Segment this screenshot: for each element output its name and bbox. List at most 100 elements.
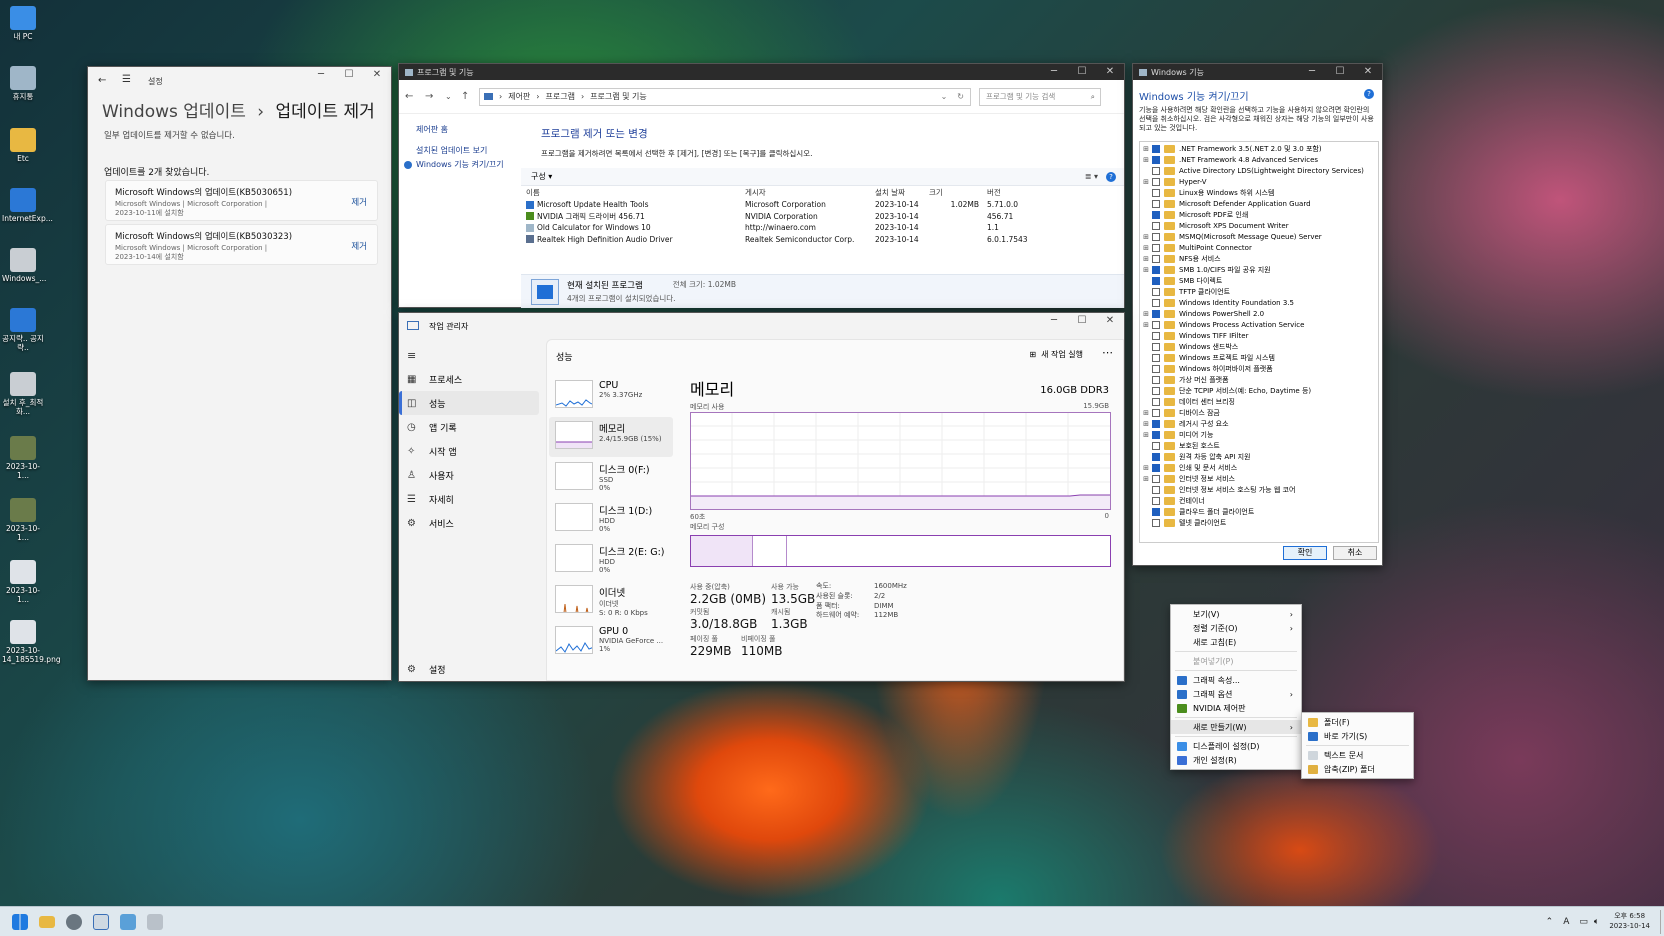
menu-item[interactable]: 바로 가기(S) [1302, 729, 1413, 743]
desktop-icon[interactable]: 2023-10-14_185519.png [2, 620, 61, 664]
feature-item[interactable]: ⊞ NFS용 서비스 [1142, 253, 1376, 264]
clock[interactable]: 오후 6:58 2023-10-14 [1609, 912, 1650, 930]
ok-button[interactable]: 확인 [1283, 546, 1327, 560]
feature-item[interactable]: Microsoft PDF로 인쇄 [1142, 209, 1376, 220]
desktop-icon[interactable]: 공지략.. 공지략.. [2, 308, 44, 352]
desktop-icon[interactable]: InternetExp... [2, 188, 53, 224]
feature-checkbox[interactable] [1152, 155, 1160, 164]
feature-item[interactable]: 데이터 센터 브리징 [1142, 396, 1376, 407]
feature-checkbox[interactable] [1152, 221, 1160, 230]
feature-checkbox[interactable] [1152, 243, 1160, 252]
maximize-icon[interactable]: ☐ [335, 67, 363, 83]
feature-item[interactable]: 단순 TCPIP 서비스(예: Echo, Daytime 등) [1142, 385, 1376, 396]
feature-item[interactable]: 보호된 호스트 [1142, 440, 1376, 451]
view-options-icon[interactable]: ≣ ▾ [1085, 172, 1098, 181]
feature-checkbox[interactable] [1152, 408, 1160, 417]
menu-item[interactable]: 정렬 기준(O) › [1171, 621, 1301, 635]
feature-item[interactable]: ⊞ MultiPoint Connector [1142, 242, 1376, 253]
feature-item[interactable]: ⊞ MSMQ(Microsoft Message Queue) Server [1142, 231, 1376, 242]
menu-item[interactable]: 그래픽 옵션 › [1171, 687, 1301, 701]
feature-item[interactable]: 컨테이너 [1142, 495, 1376, 506]
menu-item[interactable]: 그래픽 속성... [1171, 673, 1301, 687]
hamburger-menu-icon[interactable]: ≡ [407, 349, 416, 362]
feature-checkbox[interactable] [1152, 166, 1160, 175]
desktop-icon[interactable]: 2023-10-1... [2, 436, 44, 480]
perf-item[interactable]: CPU 2% 3.37GHz [549, 376, 673, 416]
organize-button[interactable]: 구성 ▾ [531, 171, 552, 182]
feature-checkbox[interactable] [1152, 518, 1160, 527]
desktop-icon[interactable]: 2023-10-1... [2, 498, 44, 542]
menu-item[interactable]: 디스플레이 설정(D) [1171, 739, 1301, 753]
settings-icon[interactable] [66, 913, 82, 930]
feature-item[interactable]: TFTP 클라이언트 [1142, 286, 1376, 297]
installed-updates-link[interactable]: 설치된 업데이트 보기 [416, 145, 487, 156]
close-icon[interactable]: ✕ [1354, 64, 1382, 80]
column-header-version[interactable]: 버전 [987, 187, 1067, 198]
feature-checkbox[interactable] [1152, 188, 1160, 197]
feature-item[interactable]: ⊞ 미디어 기능 [1142, 429, 1376, 440]
column-header-name[interactable]: 이름 [521, 187, 743, 198]
feature-checkbox[interactable] [1152, 144, 1160, 153]
table-row[interactable]: Old Calculator for Windows 10 http://wina… [521, 222, 1124, 234]
search-input[interactable]: 프로그램 및 기능 검색 ⌕ [979, 87, 1101, 106]
uninstall-button[interactable]: 제거 [351, 240, 367, 252]
feature-checkbox[interactable] [1152, 254, 1160, 263]
breadcrumb-parent[interactable]: Windows 업데이트 [102, 102, 246, 122]
table-row[interactable]: NVIDIA 그래픽 드라이버 456.71 NVIDIA Corporation… [521, 211, 1124, 223]
nav-settings[interactable]: ⚙ 설정 [399, 657, 446, 681]
address-segment[interactable]: 제어판 [508, 91, 530, 102]
task-manager-icon[interactable] [93, 913, 109, 930]
table-row[interactable]: Microsoft Update Health Tools Microsoft C… [521, 199, 1124, 211]
address-bar[interactable]: › 제어판 › 프로그램 › 프로그램 및 기능 ⌄ ↻ [479, 87, 971, 106]
feature-checkbox[interactable] [1152, 364, 1160, 373]
feature-item[interactable]: ⊞ .NET Framework 4.8 Advanced Services [1142, 154, 1376, 165]
feature-checkbox[interactable] [1152, 232, 1160, 241]
show-desktop-button[interactable] [1660, 909, 1664, 934]
feature-checkbox[interactable] [1152, 298, 1160, 307]
refresh-icon[interactable]: ↻ [957, 92, 964, 101]
feature-checkbox[interactable] [1152, 474, 1160, 483]
feature-checkbox[interactable] [1152, 441, 1160, 450]
desktop-icon[interactable]: 내 PC [2, 6, 44, 42]
minimize-icon[interactable]: ─ [307, 67, 335, 83]
start-icon[interactable] [12, 913, 28, 930]
feature-item[interactable]: Windows 샌드박스 [1142, 341, 1376, 352]
nav-item[interactable]: ◷ 앱 기록 [399, 415, 543, 439]
feature-checkbox[interactable] [1152, 485, 1160, 494]
nav-item[interactable]: ☰ 자세히 [399, 487, 543, 511]
address-dropdown-icon[interactable]: ⌄ [941, 92, 948, 101]
back-arrow-icon[interactable]: ← [98, 75, 106, 86]
chevron-down-icon[interactable]: ⌄ [445, 92, 461, 101]
feature-checkbox[interactable] [1152, 331, 1160, 340]
feature-checkbox[interactable] [1152, 353, 1160, 362]
file-explorer-icon[interactable] [39, 915, 55, 928]
feature-checkbox[interactable] [1152, 452, 1160, 461]
minimize-icon[interactable]: ─ [1040, 64, 1068, 80]
close-icon[interactable]: ✕ [1096, 64, 1124, 80]
desktop-icon[interactable]: 설치 후_최적화... [2, 372, 44, 416]
expand-icon[interactable]: ⊞ [1142, 431, 1150, 439]
feature-checkbox[interactable] [1152, 342, 1160, 351]
desktop-icon[interactable]: 2023-10-1... [2, 560, 44, 604]
feature-item[interactable]: ⊞ 레거시 구성 요소 [1142, 418, 1376, 429]
new-task-button[interactable]: ⊞ 새 작업 실행 [1029, 349, 1083, 360]
perf-item[interactable]: 디스크 1(D:) HDD 0% [549, 499, 673, 539]
feature-item[interactable]: Windows 프로젝트 파일 시스템 [1142, 352, 1376, 363]
perf-item[interactable]: GPU 0 NVIDIA GeForce ... 1% [549, 622, 673, 662]
feature-checkbox[interactable] [1152, 199, 1160, 208]
nav-item[interactable]: ⚙ 서비스 [399, 511, 543, 535]
feature-checkbox[interactable] [1152, 177, 1160, 186]
expand-icon[interactable]: ⊞ [1142, 145, 1150, 153]
feature-checkbox[interactable] [1152, 265, 1160, 274]
feature-checkbox[interactable] [1152, 309, 1160, 318]
network-icon[interactable]: ▭ [1579, 917, 1588, 927]
feature-checkbox[interactable] [1152, 397, 1160, 406]
menu-item[interactable]: 새로 만들기(W) › [1171, 720, 1301, 734]
help-icon[interactable]: ? [1106, 171, 1116, 182]
table-row[interactable]: Realtek High Definition Audio Driver Real… [521, 234, 1124, 246]
desktop-icon[interactable]: 휴지통 [2, 66, 44, 102]
nav-item[interactable]: ✧ 시작 앱 [399, 439, 543, 463]
feature-checkbox[interactable] [1152, 507, 1160, 516]
ime-indicator[interactable]: A [1563, 917, 1569, 927]
feature-checkbox[interactable] [1152, 430, 1160, 439]
